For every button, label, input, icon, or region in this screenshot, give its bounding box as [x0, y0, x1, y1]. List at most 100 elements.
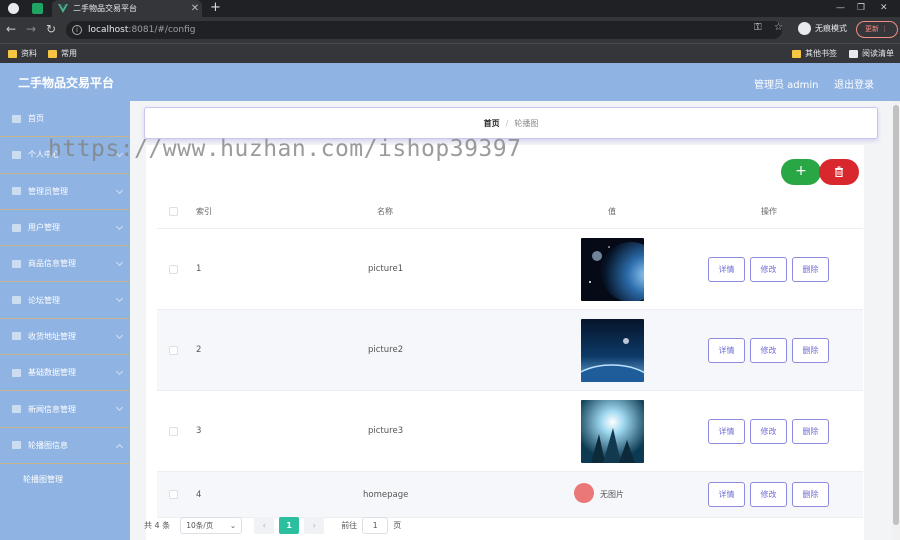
edit-button[interactable]: 修改 — [750, 256, 787, 282]
key-icon[interactable]: ⚿ — [754, 22, 762, 33]
folder-icon — [48, 49, 57, 58]
bar-chart-icon — [12, 332, 21, 341]
edit-button[interactable]: 修改 — [750, 337, 787, 363]
breadcrumb-home[interactable]: 首页 — [484, 118, 500, 129]
reload-icon[interactable]: ↻ — [46, 22, 56, 36]
id-card-icon — [12, 223, 21, 232]
delete-button[interactable]: 删除 — [792, 337, 829, 363]
user-icon — [12, 259, 21, 268]
edit-button[interactable]: 修改 — [750, 418, 787, 444]
header-value[interactable]: 值 — [608, 195, 616, 228]
row-checkbox[interactable] — [169, 264, 178, 274]
bookmarks-bar: 资料 常用 其他书签 阅读清单 — [0, 43, 900, 63]
other-bookmarks[interactable]: 其他书签 — [792, 48, 837, 59]
sidebar-item-address[interactable]: 收货地址管理 — [0, 319, 130, 356]
sidebar-item-carousel[interactable]: 轮播图信息 — [0, 428, 130, 464]
back-icon[interactable]: ← — [6, 22, 16, 36]
sidebar-item-goods[interactable]: 商品信息管理 — [0, 246, 130, 283]
folder-icon — [792, 49, 801, 58]
sidebar-item-forum[interactable]: 论坛管理 — [0, 282, 130, 319]
breadcrumb-separator: / — [505, 118, 509, 128]
sidebar-item-label: 用户管理 — [28, 223, 60, 233]
new-tab-button[interactable]: + — [210, 0, 221, 16]
row-checkbox[interactable] — [169, 426, 178, 436]
row-index: 4 — [196, 489, 202, 500]
row-checkbox[interactable] — [169, 490, 178, 499]
page-size-value: 10条/页 — [186, 520, 214, 530]
light-burst-image[interactable] — [581, 399, 644, 463]
table-panel: + 索引 名称 值 操作 1 picture1 详情 修改 删除 2 pictu… — [146, 145, 864, 540]
calendar-icon — [12, 187, 21, 196]
star-icon[interactable]: ☆ — [774, 22, 783, 33]
logout-link[interactable]: 退出登录 — [834, 76, 874, 91]
minimize-icon[interactable]: — — [836, 0, 845, 16]
sidebar-item-admins[interactable]: 管理员管理 — [0, 174, 130, 210]
vertical-scrollbar[interactable] — [892, 101, 900, 540]
browser-tab-active[interactable]: 二手物品交易平台 ✕ — [52, 0, 202, 17]
mouse-cursor-indicator — [574, 483, 594, 503]
planet-earth-image[interactable] — [581, 237, 644, 301]
page-size-select[interactable]: 10条/页 ⌄ — [180, 516, 243, 534]
row-index: 2 — [196, 345, 202, 355]
incognito-indicator[interactable]: 无痕模式 — [798, 22, 847, 35]
delete-button[interactable]: 删除 — [792, 256, 829, 282]
sidebar-item-news[interactable]: 新闻信息管理 — [0, 391, 130, 428]
sidebar-subitem-carousel-manage[interactable]: 轮播图管理 — [0, 463, 130, 496]
goto-label: 前往 — [341, 520, 358, 530]
row-checkbox-cell — [169, 310, 178, 390]
trash-icon — [835, 166, 843, 177]
globe-icon[interactable] — [8, 3, 19, 14]
sidebar-item-label: 管理员管理 — [28, 186, 68, 196]
browser-toolbar: ← → ↻ i localhost:8081/#/config ⚿ ☆ 无痕模式… — [0, 17, 900, 43]
address-bar[interactable]: i localhost:8081/#/config — [66, 21, 782, 39]
scrollbar-thumb[interactable] — [893, 105, 899, 525]
close-window-icon[interactable]: ✕ — [880, 0, 888, 16]
planet-horizon-image[interactable] — [581, 318, 644, 382]
bookmark-folder[interactable]: 资料 — [8, 48, 37, 59]
chevron-down-icon — [115, 331, 124, 339]
detail-button[interactable]: 详情 — [708, 418, 745, 444]
detail-button[interactable]: 详情 — [708, 337, 745, 363]
detail-button[interactable]: 详情 — [708, 482, 745, 507]
goto-page-input[interactable]: 1 — [362, 516, 389, 534]
next-page-button[interactable]: › — [304, 516, 325, 534]
chevron-down-icon — [115, 222, 124, 230]
bookmark-folder[interactable]: 常用 — [48, 48, 77, 59]
app-header: 二手物品交易平台 管理员 admin 退出登录 — [0, 63, 900, 101]
forward-icon[interactable]: → — [26, 22, 36, 36]
prev-page-button[interactable]: ‹ — [254, 516, 275, 534]
detail-button[interactable]: 详情 — [708, 256, 745, 282]
vue-logo-icon — [58, 3, 68, 13]
reading-list[interactable]: 阅读清单 — [849, 48, 894, 59]
lock-icon — [12, 441, 21, 450]
table-row: 4 homepage 无图片 详情 修改 删除 — [157, 472, 863, 518]
select-all-checkbox[interactable] — [169, 207, 178, 216]
table-row: 1 picture1 详情 修改 删除 — [157, 229, 863, 310]
chevron-down-icon: ⌄ — [229, 520, 237, 530]
delete-button[interactable]: 删除 — [792, 482, 829, 507]
add-button[interactable]: + — [781, 159, 821, 185]
sidebar-item-users[interactable]: 用户管理 — [0, 210, 130, 247]
sidebar-item-home[interactable]: 首页 — [0, 101, 130, 138]
page-number-button[interactable]: 1 — [279, 516, 300, 534]
row-name: picture3 — [368, 426, 404, 436]
row-actions: 详情 修改 删除 — [708, 310, 834, 390]
reading-list-icon — [849, 49, 858, 58]
bookmark-label: 资料 — [21, 49, 37, 58]
edit-button[interactable]: 修改 — [750, 482, 787, 507]
row-name: picture2 — [368, 345, 404, 355]
row-checkbox[interactable] — [169, 345, 178, 355]
restore-icon[interactable]: ❐ — [857, 0, 865, 16]
sidebar-item-label: 新闻信息管理 — [28, 404, 76, 414]
sidebar-item-basic-data[interactable]: 基础数据管理 — [0, 355, 130, 392]
pinned-tab-icon[interactable] — [32, 3, 43, 14]
header-name[interactable]: 名称 — [377, 195, 393, 228]
update-button[interactable]: 更新 ⋮ — [856, 21, 898, 38]
delete-button[interactable]: 删除 — [792, 418, 829, 444]
info-icon[interactable]: i — [72, 25, 82, 35]
header-index[interactable]: 索引 — [196, 195, 212, 228]
close-tab-icon[interactable]: ✕ — [188, 3, 202, 14]
row-checkbox-cell — [169, 391, 178, 471]
batch-delete-button[interactable] — [819, 159, 859, 185]
chevron-down-icon — [115, 368, 124, 376]
